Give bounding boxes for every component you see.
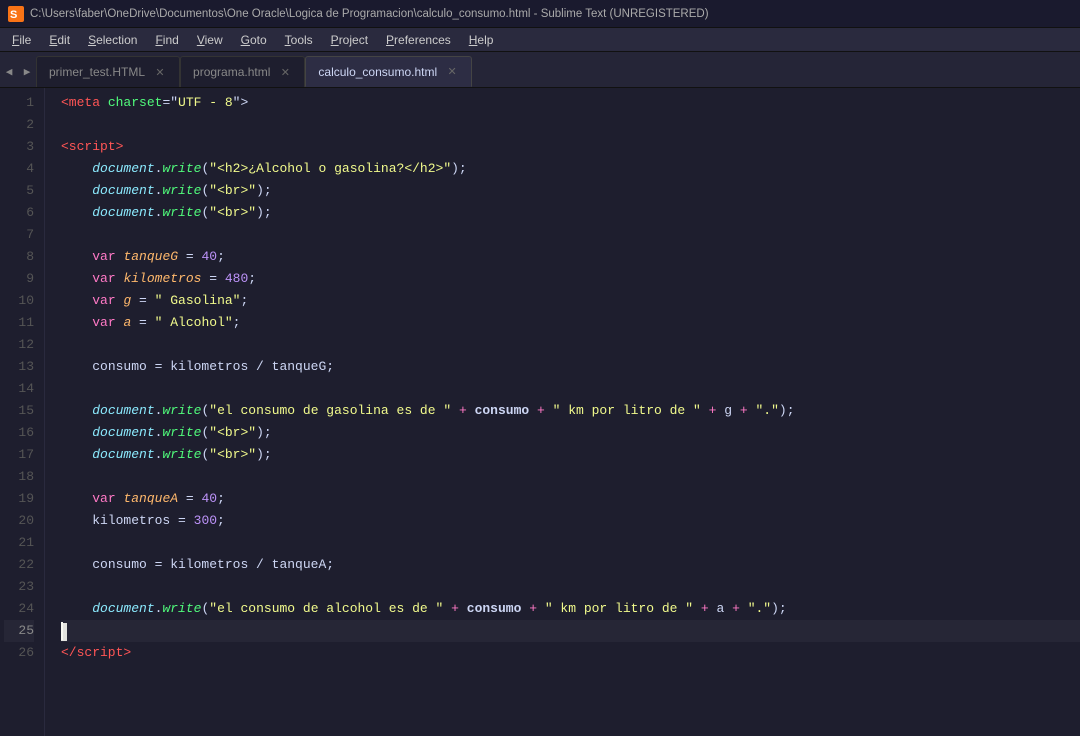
menu-goto[interactable]: Goto [233, 31, 275, 49]
code-line-20: kilometros = 300 ; [61, 510, 1080, 532]
svg-text:S: S [10, 9, 17, 21]
menu-file[interactable]: File [4, 31, 39, 49]
code-line-5: document . write ( "<br>" ); [61, 180, 1080, 202]
tab-programa[interactable]: programa.html ✕ [180, 56, 305, 87]
line-num-13: 13 [4, 356, 34, 378]
line-num-24: 24 [4, 598, 34, 620]
code-line-19: var tanqueA = 40 ; [61, 488, 1080, 510]
code-line-3: <script> [61, 136, 1080, 158]
tab-primer-test[interactable]: primer_test.HTML ✕ [36, 56, 180, 87]
menu-tools[interactable]: Tools [277, 31, 321, 49]
code-line-14 [61, 378, 1080, 400]
code-line-7 [61, 224, 1080, 246]
code-line-1: <meta charset =" UTF - 8 "> [61, 92, 1080, 114]
tab-label-primer-test: primer_test.HTML [49, 65, 145, 79]
line-num-7: 7 [4, 224, 34, 246]
code-line-11: var a = " Alcohol" ; [61, 312, 1080, 334]
menu-edit[interactable]: Edit [41, 31, 78, 49]
tab-label-calculo-consumo: calculo_consumo.html [318, 65, 437, 79]
line-num-25: 25 [4, 620, 34, 642]
code-line-26: </script> [61, 642, 1080, 664]
code-line-4: document . write ( "<h2>¿Alcohol o gasol… [61, 158, 1080, 180]
app-icon: S [8, 6, 24, 22]
line-num-5: 5 [4, 180, 34, 202]
line-numbers: 1 2 3 4 5 6 7 8 9 10 11 12 13 14 15 16 1… [0, 88, 45, 736]
menu-find[interactable]: Find [147, 31, 186, 49]
line-num-8: 8 [4, 246, 34, 268]
code-line-9: var kilometros = 480 ; [61, 268, 1080, 290]
line-num-20: 20 [4, 510, 34, 532]
line-num-26: 26 [4, 642, 34, 664]
code-line-16: document . write ( "<br>" ); [61, 422, 1080, 444]
code-line-23 [61, 576, 1080, 598]
line-num-2: 2 [4, 114, 34, 136]
tab-close-programa[interactable]: ✕ [278, 65, 292, 79]
editor: 1 2 3 4 5 6 7 8 9 10 11 12 13 14 15 16 1… [0, 88, 1080, 736]
code-line-15: document . write ( "el consumo de gasoli… [61, 400, 1080, 422]
menu-help[interactable]: Help [461, 31, 502, 49]
code-line-12 [61, 334, 1080, 356]
line-num-6: 6 [4, 202, 34, 224]
line-num-1: 1 [4, 92, 34, 114]
menu-selection[interactable]: Selection [80, 31, 145, 49]
line-num-10: 10 [4, 290, 34, 312]
code-line-10: var g = " Gasolina" ; [61, 290, 1080, 312]
line-num-11: 11 [4, 312, 34, 334]
code-line-18 [61, 466, 1080, 488]
menu-project[interactable]: Project [323, 31, 376, 49]
title-bar-text: C:\Users\faber\OneDrive\Documentos\One O… [30, 8, 709, 20]
menu-view[interactable]: View [189, 31, 231, 49]
line-num-12: 12 [4, 334, 34, 356]
tab-close-primer-test[interactable]: ✕ [153, 65, 167, 79]
line-num-19: 19 [4, 488, 34, 510]
code-line-25 [61, 620, 1080, 642]
code-line-22: consumo = kilometros / tanqueA; [61, 554, 1080, 576]
code-line-8: var tanqueG = 40 ; [61, 246, 1080, 268]
line-num-3: 3 [4, 136, 34, 158]
line-num-22: 22 [4, 554, 34, 576]
line-num-23: 23 [4, 576, 34, 598]
tab-nav-right[interactable]: ▶ [18, 56, 36, 87]
line-num-14: 14 [4, 378, 34, 400]
menu-bar: File Edit Selection Find View Goto Tools… [0, 28, 1080, 52]
tab-bar: ◀ ▶ primer_test.HTML ✕ programa.html ✕ c… [0, 52, 1080, 88]
line-num-4: 4 [4, 158, 34, 180]
tab-calculo-consumo[interactable]: calculo_consumo.html ✕ [305, 56, 472, 87]
code-line-2 [61, 114, 1080, 136]
title-bar: S C:\Users\faber\OneDrive\Documentos\One… [0, 0, 1080, 28]
code-line-13: consumo = kilometros / tanqueG; [61, 356, 1080, 378]
line-num-17: 17 [4, 444, 34, 466]
code-line-6: document . write ( "<br>" ); [61, 202, 1080, 224]
line-num-9: 9 [4, 268, 34, 290]
menu-preferences[interactable]: Preferences [378, 31, 459, 49]
line-num-16: 16 [4, 422, 34, 444]
tab-nav-left[interactable]: ◀ [0, 56, 18, 87]
code-line-17: document . write ( "<br>" ); [61, 444, 1080, 466]
line-num-18: 18 [4, 466, 34, 488]
text-cursor [61, 622, 63, 640]
code-line-21 [61, 532, 1080, 554]
code-line-24: document . write ( "el consumo de alcoho… [61, 598, 1080, 620]
line-num-15: 15 [4, 400, 34, 422]
code-area[interactable]: <meta charset =" UTF - 8 "> <script> doc… [45, 88, 1080, 736]
line-num-21: 21 [4, 532, 34, 554]
tab-label-programa: programa.html [193, 65, 270, 79]
tab-close-calculo-consumo[interactable]: ✕ [445, 65, 459, 79]
